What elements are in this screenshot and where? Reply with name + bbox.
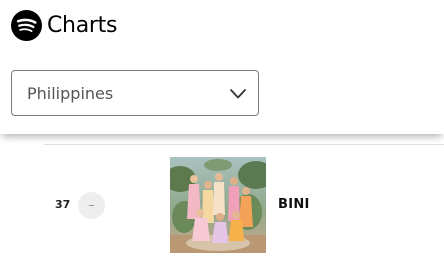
chevron-down-icon (230, 89, 246, 99)
country-select[interactable]: Philippines (11, 70, 259, 116)
header: Charts Philippines (0, 0, 444, 134)
brand-logo[interactable]: Charts (11, 10, 117, 41)
chart-row[interactable]: 37 – BINI (0, 145, 444, 264)
artist-name[interactable]: BINI (278, 197, 310, 212)
country-select-value: Philippines (27, 84, 114, 103)
artist-photo[interactable] (170, 157, 266, 253)
page-title: Charts (47, 13, 118, 38)
spotify-logo-icon (11, 10, 42, 41)
rank-number: 37 (55, 198, 71, 211)
rank-movement-badge: – (78, 192, 105, 219)
